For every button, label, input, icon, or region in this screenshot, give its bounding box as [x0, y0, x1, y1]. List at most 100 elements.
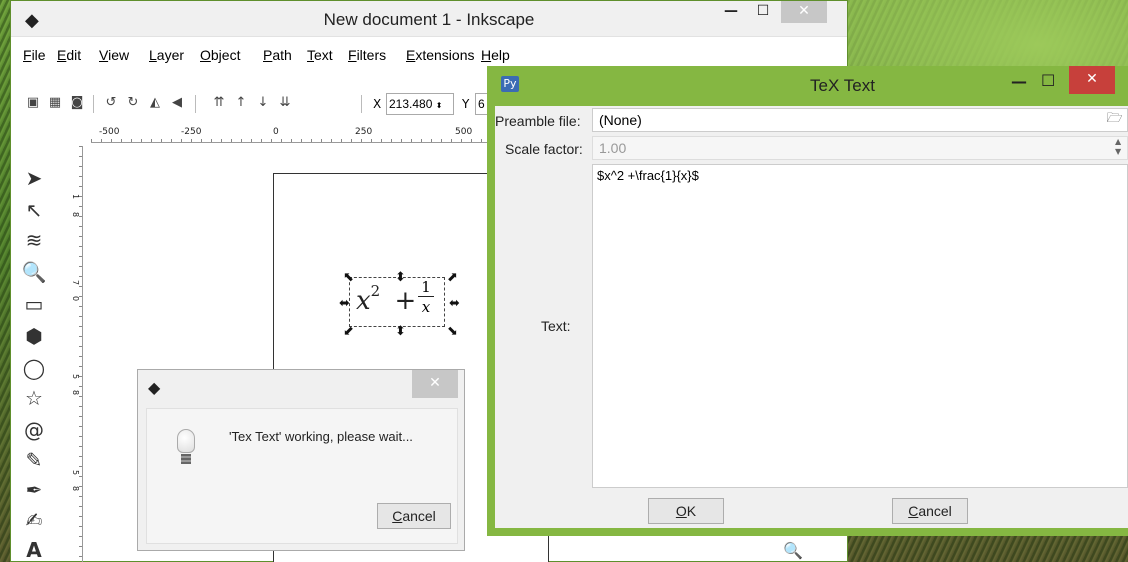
scale-handle-se-icon[interactable]: ⬊	[447, 325, 458, 338]
formula-x: x	[356, 286, 371, 316]
inkscape-app-icon: ◆	[148, 378, 161, 397]
horizontal-ruler: -500 -250 0 250 500	[91, 127, 531, 143]
vertical-ruler: 1 8 7 0 5 8 5 8	[71, 146, 83, 562]
deselect-icon[interactable]: ◙	[69, 95, 85, 111]
close-button[interactable]: ✕	[412, 370, 458, 398]
scale-handle-s-icon[interactable]: ⬍	[395, 325, 406, 338]
inkscape-titlebar[interactable]: ◆ New document 1 - Inkscape — ☐ ✕	[11, 1, 847, 37]
menu-filters[interactable]: Filters	[348, 47, 386, 63]
raise-to-top-icon[interactable]: ⇈	[211, 95, 227, 111]
rotate-ccw-icon[interactable]: ↺	[103, 95, 119, 111]
toolbar-separator	[361, 95, 362, 113]
flip-vertical-icon[interactable]: ◀	[169, 95, 185, 111]
menu-layer[interactable]: Layer	[149, 47, 184, 63]
toolbar-separator	[195, 95, 196, 113]
zoom-icon[interactable]: 🔍	[783, 541, 803, 560]
formula-render: x2 +	[356, 282, 416, 316]
textex-dialog: Py TeX Text — ☐ ✕ Preamble file: (None) …	[487, 66, 1128, 536]
folder-open-icon[interactable]: 🗁	[1101, 108, 1128, 132]
ruler-label: 0	[273, 127, 279, 137]
ruler-label: 250	[355, 127, 373, 137]
popup-titlebar[interactable]: ◆ ✕	[138, 370, 464, 406]
spin-arrows-icon[interactable]: ⬍	[436, 101, 443, 110]
latex-text-input[interactable]: $x^2 +\frac{1}{x}$	[592, 164, 1128, 488]
toolbar-separator	[93, 95, 94, 113]
ruler-label: 8	[71, 486, 80, 492]
ruler-label: 8	[71, 390, 80, 396]
scale-handle-ne-icon[interactable]: ⬈	[447, 271, 458, 284]
cancel-button[interactable]: Cancel	[377, 503, 451, 529]
menu-file[interactable]: File	[23, 47, 46, 63]
menu-text[interactable]: Text	[307, 47, 333, 63]
menu-path[interactable]: Path	[263, 47, 292, 63]
x-coordinate-input[interactable]: 213.480 ⬍	[386, 93, 454, 115]
scale-factor-input[interactable]: 1.00	[592, 136, 1128, 160]
calligraphy-tool-icon[interactable]: ✍	[21, 507, 47, 533]
minimize-button[interactable]: —	[1011, 72, 1027, 91]
ruler-label: 5	[71, 470, 80, 476]
ruler-label: 7	[71, 280, 80, 286]
textex-body: Preamble file: (None) 🗁 Scale factor: 1.…	[495, 106, 1128, 528]
textex-titlebar[interactable]: Py TeX Text — ☐ ✕	[487, 66, 1128, 106]
menu-extensions[interactable]: Extensions	[406, 47, 475, 63]
close-button[interactable]: ✕	[781, 1, 827, 23]
lower-icon[interactable]: ↓	[255, 95, 271, 111]
formula-numerator: 1	[418, 278, 434, 297]
tweak-tool-icon[interactable]: ≋	[21, 227, 47, 253]
minimize-button[interactable]: —	[717, 1, 745, 23]
ruler-label: 1	[71, 194, 80, 200]
select-all-layers-icon[interactable]: ▦	[47, 95, 63, 111]
scale-handle-w-icon[interactable]: ⬌	[339, 297, 350, 310]
close-button[interactable]: ✕	[1069, 66, 1115, 94]
ruler-label: 5	[71, 374, 80, 380]
cancel-button[interactable]: Cancel	[892, 498, 968, 524]
y-coordinate-label: Y	[462, 97, 470, 111]
menu-help[interactable]: Help	[481, 47, 510, 63]
menu-object[interactable]: Object	[200, 47, 240, 63]
scale-handle-sw-icon[interactable]: ⬋	[343, 325, 354, 338]
ruler-label: -250	[181, 127, 202, 137]
scale-handle-e-icon[interactable]: ⬌	[449, 297, 460, 310]
rectangle-tool-icon[interactable]: ▭	[21, 291, 47, 317]
text-tool-icon[interactable]: A	[21, 537, 47, 562]
3d-box-tool-icon[interactable]: ⬢	[21, 323, 47, 349]
maximize-button[interactable]: ☐	[749, 1, 777, 23]
preamble-label: Preamble file:	[495, 113, 581, 129]
pen-tool-icon[interactable]: ✒	[21, 477, 47, 503]
flip-horizontal-icon[interactable]: ◭	[147, 95, 163, 111]
menu-view[interactable]: View	[99, 47, 129, 63]
x-coordinate-value: 213.480	[389, 97, 433, 111]
menu-bar: File Edit View Layer Object Path Text Fi…	[11, 47, 847, 67]
ruler-label: -500	[99, 127, 120, 137]
formula-exponent: 2	[370, 282, 381, 300]
scale-handle-nw-icon[interactable]: ⬉	[343, 271, 354, 284]
maximize-button[interactable]: ☐	[1041, 71, 1055, 90]
star-tool-icon[interactable]: ☆	[21, 385, 47, 411]
scale-factor-label: Scale factor:	[505, 141, 583, 157]
ruler-label: 0	[71, 296, 80, 302]
spin-arrows-icon[interactable]: ▲ ▼	[1115, 137, 1121, 157]
text-label: Text:	[541, 318, 571, 334]
lightbulb-icon	[177, 429, 195, 469]
raise-icon[interactable]: ↑	[233, 95, 249, 111]
rotate-cw-icon[interactable]: ↻	[125, 95, 141, 111]
ellipse-tool-icon[interactable]: ◯	[21, 355, 47, 381]
ruler-label: 500	[455, 127, 473, 137]
ok-button[interactable]: OK	[648, 498, 724, 524]
node-tool-icon[interactable]: ↖	[21, 197, 47, 223]
menu-edit[interactable]: Edit	[57, 47, 81, 63]
progress-popup: ◆ ✕ 'Tex Text' working, please wait... C…	[137, 369, 465, 551]
pencil-tool-icon[interactable]: ✎	[21, 447, 47, 473]
formula-fraction: 1 x	[418, 278, 434, 317]
lower-to-bottom-icon[interactable]: ⇊	[277, 95, 293, 111]
status-message: 'Tex Text' working, please wait...	[229, 429, 413, 444]
selector-tool-icon[interactable]: ➤	[21, 165, 47, 191]
dialog-title: TeX Text	[810, 76, 875, 95]
scale-handle-n-icon[interactable]: ⬍	[395, 271, 406, 284]
zoom-tool-icon[interactable]: 🔍	[21, 259, 47, 285]
ruler-label: 8	[71, 212, 80, 218]
preamble-file-field[interactable]: (None)	[592, 108, 1128, 132]
select-all-icon[interactable]: ▣	[25, 95, 41, 111]
spiral-tool-icon[interactable]: @	[21, 417, 47, 443]
bulb-glass	[177, 429, 195, 453]
